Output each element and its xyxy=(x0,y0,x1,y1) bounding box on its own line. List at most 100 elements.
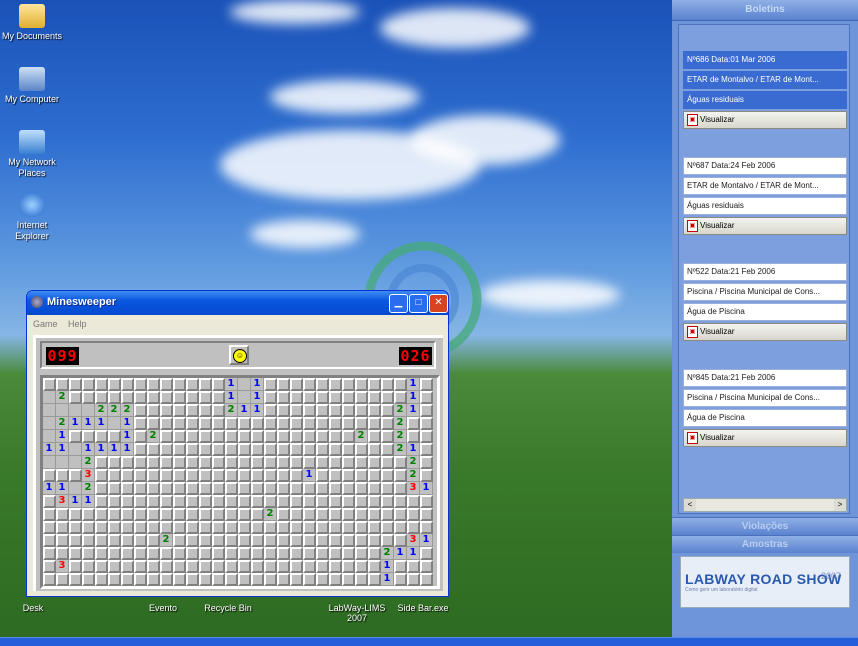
unopened-cell[interactable] xyxy=(212,495,225,508)
unopened-cell[interactable] xyxy=(95,508,108,521)
unopened-cell[interactable] xyxy=(69,391,82,404)
unopened-cell[interactable] xyxy=(199,456,212,469)
unopened-cell[interactable] xyxy=(420,404,433,417)
unopened-cell[interactable] xyxy=(316,508,329,521)
desktop-label-desk[interactable]: Desk xyxy=(18,603,48,613)
unopened-cell[interactable] xyxy=(56,378,69,391)
unopened-cell[interactable] xyxy=(277,560,290,573)
unopened-cell[interactable] xyxy=(121,469,134,482)
unopened-cell[interactable] xyxy=(225,547,238,560)
unopened-cell[interactable] xyxy=(160,430,173,443)
unopened-cell[interactable] xyxy=(329,456,342,469)
unopened-cell[interactable] xyxy=(147,417,160,430)
unopened-cell[interactable] xyxy=(199,430,212,443)
unopened-cell[interactable] xyxy=(147,391,160,404)
unopened-cell[interactable] xyxy=(316,391,329,404)
unopened-cell[interactable] xyxy=(121,495,134,508)
unopened-cell[interactable] xyxy=(277,391,290,404)
unopened-cell[interactable] xyxy=(342,573,355,586)
unopened-cell[interactable] xyxy=(290,430,303,443)
unopened-cell[interactable] xyxy=(329,430,342,443)
unopened-cell[interactable] xyxy=(407,495,420,508)
unopened-cell[interactable] xyxy=(290,417,303,430)
unopened-cell[interactable] xyxy=(303,404,316,417)
unopened-cell[interactable] xyxy=(121,456,134,469)
unopened-cell[interactable] xyxy=(264,456,277,469)
unopened-cell[interactable] xyxy=(160,547,173,560)
unopened-cell[interactable] xyxy=(160,482,173,495)
unopened-cell[interactable] xyxy=(134,495,147,508)
unopened-cell[interactable] xyxy=(121,482,134,495)
unopened-cell[interactable] xyxy=(277,404,290,417)
unopened-cell[interactable] xyxy=(238,560,251,573)
unopened-cell[interactable] xyxy=(173,521,186,534)
unopened-cell[interactable] xyxy=(368,508,381,521)
unopened-cell[interactable] xyxy=(82,430,95,443)
unopened-cell[interactable] xyxy=(147,573,160,586)
unopened-cell[interactable] xyxy=(173,443,186,456)
unopened-cell[interactable] xyxy=(381,443,394,456)
unopened-cell[interactable] xyxy=(173,378,186,391)
unopened-cell[interactable] xyxy=(316,547,329,560)
unopened-cell[interactable] xyxy=(381,508,394,521)
title-bar[interactable]: Minesweeper ▁ □ ✕ xyxy=(27,291,448,315)
unopened-cell[interactable] xyxy=(173,391,186,404)
unopened-cell[interactable] xyxy=(160,417,173,430)
unopened-cell[interactable] xyxy=(251,469,264,482)
unopened-cell[interactable] xyxy=(82,521,95,534)
unopened-cell[interactable] xyxy=(212,482,225,495)
unopened-cell[interactable] xyxy=(355,482,368,495)
reset-button[interactable]: ☺ xyxy=(229,345,249,365)
unopened-cell[interactable] xyxy=(212,547,225,560)
unopened-cell[interactable] xyxy=(186,560,199,573)
unopened-cell[interactable] xyxy=(121,521,134,534)
unopened-cell[interactable] xyxy=(108,547,121,560)
unopened-cell[interactable] xyxy=(290,534,303,547)
unopened-cell[interactable] xyxy=(69,547,82,560)
unopened-cell[interactable] xyxy=(290,573,303,586)
unopened-cell[interactable] xyxy=(212,456,225,469)
unopened-cell[interactable] xyxy=(225,443,238,456)
unopened-cell[interactable] xyxy=(316,482,329,495)
unopened-cell[interactable] xyxy=(277,430,290,443)
unopened-cell[interactable] xyxy=(264,547,277,560)
unopened-cell[interactable] xyxy=(134,469,147,482)
unopened-cell[interactable] xyxy=(407,560,420,573)
unopened-cell[interactable] xyxy=(394,456,407,469)
unopened-cell[interactable] xyxy=(173,547,186,560)
desktop-label-labway-lims[interactable]: LabWay-LIMS 2007 xyxy=(322,603,392,623)
unopened-cell[interactable] xyxy=(82,534,95,547)
unopened-cell[interactable] xyxy=(225,469,238,482)
unopened-cell[interactable] xyxy=(121,378,134,391)
unopened-cell[interactable] xyxy=(43,469,56,482)
unopened-cell[interactable] xyxy=(264,404,277,417)
unopened-cell[interactable] xyxy=(147,534,160,547)
unopened-cell[interactable] xyxy=(199,560,212,573)
unopened-cell[interactable] xyxy=(355,469,368,482)
unopened-cell[interactable] xyxy=(420,391,433,404)
unopened-cell[interactable] xyxy=(355,378,368,391)
unopened-cell[interactable] xyxy=(82,378,95,391)
unopened-cell[interactable] xyxy=(212,521,225,534)
unopened-cell[interactable] xyxy=(186,521,199,534)
boletim-id-date[interactable]: Nº845 Data:21 Feb 2006 xyxy=(683,369,847,387)
unopened-cell[interactable] xyxy=(394,534,407,547)
unopened-cell[interactable] xyxy=(108,560,121,573)
unopened-cell[interactable] xyxy=(420,378,433,391)
unopened-cell[interactable] xyxy=(264,495,277,508)
unopened-cell[interactable] xyxy=(199,534,212,547)
unopened-cell[interactable] xyxy=(368,404,381,417)
unopened-cell[interactable] xyxy=(134,547,147,560)
unopened-cell[interactable] xyxy=(212,391,225,404)
unopened-cell[interactable] xyxy=(43,508,56,521)
boletim-location[interactable]: ETAR de Montalvo / ETAR de Mont... xyxy=(683,177,847,195)
unopened-cell[interactable] xyxy=(160,573,173,586)
unopened-cell[interactable] xyxy=(186,417,199,430)
unopened-cell[interactable] xyxy=(264,430,277,443)
menu-game[interactable]: Game xyxy=(33,319,58,329)
unopened-cell[interactable] xyxy=(316,417,329,430)
unopened-cell[interactable] xyxy=(225,573,238,586)
desktop-icon-internet-explorer[interactable]: Internet Explorer xyxy=(0,193,64,242)
unopened-cell[interactable] xyxy=(329,534,342,547)
unopened-cell[interactable] xyxy=(160,378,173,391)
